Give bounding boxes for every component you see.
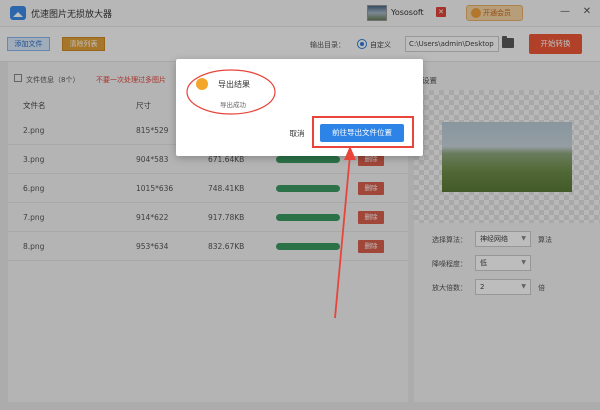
- open-export-location-button[interactable]: 前往导出文件位置: [320, 124, 404, 142]
- export-result-dialog: 导出结果 导出成功 取消 前往导出文件位置: [176, 59, 423, 156]
- cancel-button[interactable]: 取消: [284, 126, 310, 141]
- dialog-message: 导出成功: [220, 101, 246, 109]
- dialog-title: 导出结果: [218, 80, 250, 89]
- warning-icon: [196, 78, 208, 90]
